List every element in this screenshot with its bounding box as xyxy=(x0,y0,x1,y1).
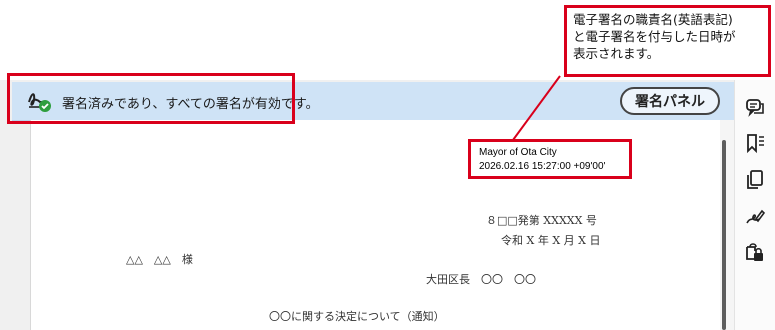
signature-appearance-box[interactable]: Mayor of Ota City 2026.02.16 15:27:00 +0… xyxy=(468,139,632,179)
document-sender: 大田区長 〇〇 〇〇 xyxy=(426,273,536,286)
document-number: ８□□発第 XXXXX 号 xyxy=(486,214,597,227)
callout-line-2: と電子署名を付与した日時が xyxy=(573,29,736,44)
callout-line-1: 電子署名の職責名(英語表記) xyxy=(573,12,733,27)
fill-sign-icon[interactable] xyxy=(744,205,766,227)
signature-status-highlight xyxy=(7,73,295,124)
signature-panel-button[interactable]: 署名パネル xyxy=(620,87,720,115)
right-tool-rail xyxy=(734,80,775,330)
pages-icon[interactable] xyxy=(744,169,766,191)
comment-icon[interactable] xyxy=(744,96,766,118)
signature-datetime: 2026.02.16 15:27:00 +09'00' xyxy=(479,161,606,172)
document-date: 令和 X 年 X 月 X 日 xyxy=(501,234,601,247)
protect-icon[interactable] xyxy=(744,242,766,264)
annotation-callout: 電子署名の職責名(英語表記) と電子署名を付与した日時が 表示されます。 xyxy=(564,5,771,77)
callout-line-3: 表示されます。 xyxy=(573,46,660,61)
signature-title: Mayor of Ota City xyxy=(479,147,557,158)
document-subject: 〇〇に関する決定について（通知） xyxy=(269,310,445,323)
bookmark-list-icon[interactable] xyxy=(744,132,766,154)
scrollbar-thumb[interactable] xyxy=(722,140,726,330)
document-recipient: △△ △△ 様 xyxy=(126,253,193,266)
